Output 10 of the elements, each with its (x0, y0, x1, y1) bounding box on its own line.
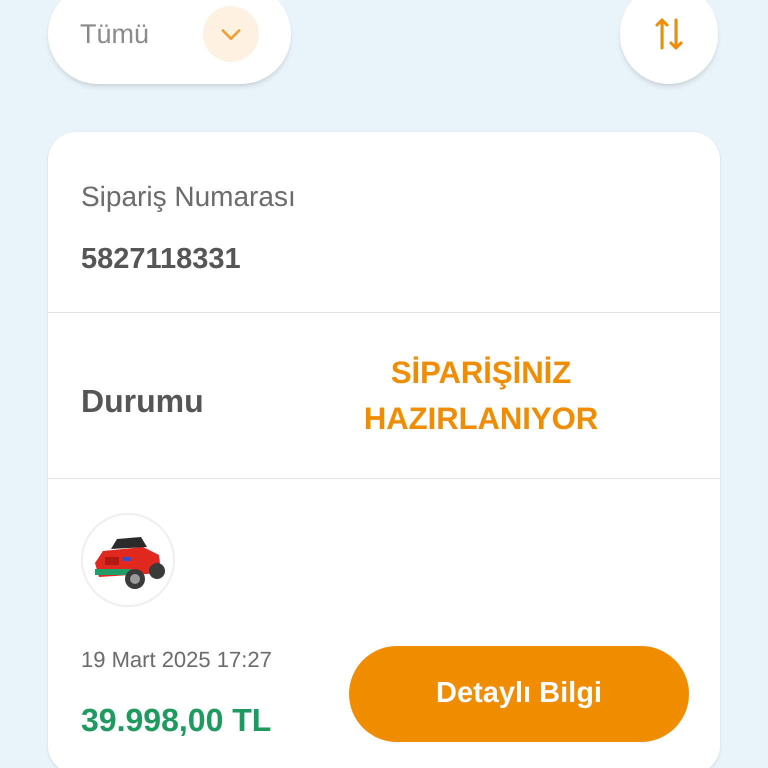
status-label: Durumu (81, 382, 205, 420)
details-button[interactable]: Detaylı Bilgi (349, 646, 689, 742)
order-number: 5827118331 (81, 242, 242, 277)
order-price: 39.998,00 TL (81, 701, 272, 740)
sort-button[interactable] (620, 0, 718, 84)
order-status: SİPARİŞİNİZ HAZIRLANIYOR (362, 354, 600, 438)
sort-arrows-icon (654, 17, 684, 51)
order-date: 19 Mart 2025 17:27 (81, 646, 272, 674)
order-number-label: Sipariş Numarası (81, 180, 297, 214)
filter-dropdown[interactable]: Tümü (48, 0, 291, 84)
